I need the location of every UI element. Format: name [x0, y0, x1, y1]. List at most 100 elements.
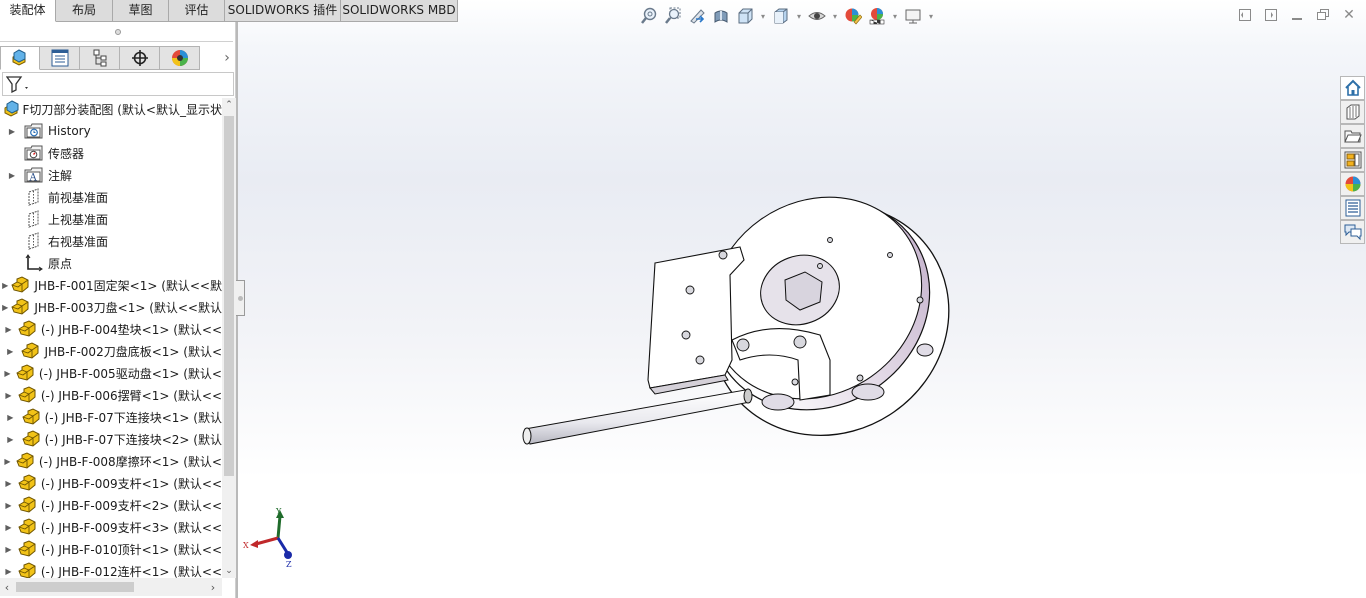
more-tabs-chevron-icon[interactable]: ›: [219, 46, 235, 70]
tree-item[interactable]: ▶ JHB-F-002刀盘底板<1> (默认<: [0, 340, 222, 362]
zoom-to-fit-icon[interactable]: [638, 5, 660, 27]
tree-item[interactable]: ▶ (-) JHB-F-009支杆<1> (默认<<: [0, 472, 222, 494]
hscroll-thumb[interactable]: [16, 582, 134, 592]
configurationmanager-tab[interactable]: [80, 46, 120, 70]
expand-arrow-icon[interactable]: ▶: [0, 347, 20, 356]
tree-item[interactable]: ▶ JHB-F-001固定架<1> (默认<<默: [0, 274, 222, 296]
tree-horizontal-scrollbar[interactable]: ‹ ›: [0, 578, 222, 596]
tree-item[interactable]: ▶ History: [0, 120, 222, 142]
tree-item[interactable]: ▶ (-) JHB-F-012连杆<1> (默认<<: [0, 560, 222, 578]
tree-vertical-scrollbar[interactable]: ⌃ ⌄: [222, 98, 236, 578]
part-icon: [17, 518, 37, 536]
apply-scene-icon[interactable]: [866, 5, 888, 27]
panel-collapse-handle[interactable]: [236, 280, 245, 316]
tree-item-label: (-) JHB-F-07下连接块<2> (默认: [44, 432, 222, 447]
tab-solidworks-addins[interactable]: SOLIDWORKS 插件: [225, 0, 341, 22]
filter-icon[interactable]: [6, 75, 30, 93]
document-window-controls: ✕: [1236, 6, 1358, 24]
tree-item[interactable]: ▶ JHB-F-003刀盘<1> (默认<<默认: [0, 296, 222, 318]
expand-arrow-icon[interactable]: ▶: [0, 479, 17, 488]
tree-root-assembly[interactable]: F切刀部分装配图 (默认<默认_显示状: [0, 98, 222, 120]
tree-item[interactable]: ▶ (-) JHB-F-07下连接块<1> (默认: [0, 406, 222, 428]
expand-arrow-icon[interactable]: ▶: [0, 413, 21, 422]
scroll-right-arrow-icon[interactable]: ›: [206, 578, 220, 596]
restore-button[interactable]: [1314, 6, 1332, 24]
tree-filter-bar[interactable]: [2, 72, 234, 96]
view-settings-dropdown[interactable]: ▾: [926, 5, 936, 27]
tab-layout[interactable]: 布局: [56, 0, 113, 22]
expand-arrow-icon[interactable]: ▶: [0, 545, 17, 554]
minimize-button[interactable]: [1288, 6, 1306, 24]
tree-item-label: (-) JHB-F-009支杆<3> (默认<<: [40, 520, 222, 535]
apply-scene-dropdown[interactable]: ▾: [890, 5, 900, 27]
section-view-icon[interactable]: [710, 5, 732, 27]
tree-item[interactable]: ▶ (-) JHB-F-010顶针<1> (默认<<: [0, 538, 222, 560]
expand-arrow-icon[interactable]: ▶: [0, 171, 24, 180]
forum-tab[interactable]: [1340, 220, 1365, 244]
propertymanager-tab[interactable]: [40, 46, 80, 70]
tree-item[interactable]: ▶ (-) JHB-F-004垫块<1> (默认<<: [0, 318, 222, 340]
expand-arrow-icon[interactable]: ▶: [0, 523, 17, 532]
file-explorer-tab[interactable]: [1340, 124, 1365, 148]
scroll-thumb[interactable]: [224, 116, 234, 476]
featuremanager-tabs: [0, 46, 200, 70]
tile-right-button[interactable]: [1262, 6, 1280, 24]
appearances-scenes-tab[interactable]: [1340, 172, 1365, 196]
view-palette-tab[interactable]: [1340, 148, 1365, 172]
tab-sketch[interactable]: 草图: [113, 0, 169, 22]
tree-item[interactable]: 传感器: [0, 142, 222, 164]
expand-arrow-icon[interactable]: ▶: [0, 435, 21, 444]
display-style-dropdown[interactable]: ▾: [794, 5, 804, 27]
featuremanager-tab[interactable]: [0, 46, 40, 70]
expand-arrow-icon[interactable]: ▶: [0, 127, 24, 136]
tree-item[interactable]: 右视基准面: [0, 230, 222, 252]
view-settings-icon[interactable]: [902, 5, 924, 27]
tree-item[interactable]: ▶ (-) JHB-F-008摩擦环<1> (默认<: [0, 450, 222, 472]
tab-evaluate[interactable]: 评估: [169, 0, 225, 22]
view-orientation-icon[interactable]: [734, 5, 756, 27]
tile-left-button[interactable]: [1236, 6, 1254, 24]
panel-splitter-grip[interactable]: [0, 22, 236, 42]
dimxpertmanager-tab[interactable]: [120, 46, 160, 70]
scroll-up-arrow-icon[interactable]: ⌃: [222, 98, 236, 112]
expand-arrow-icon[interactable]: ▶: [0, 303, 10, 312]
tab-assembly[interactable]: 装配体: [0, 0, 56, 22]
tree-item[interactable]: ▶ (-) JHB-F-005驱动盘<1> (默认<: [0, 362, 222, 384]
tree-item[interactable]: ▶ A 注解: [0, 164, 222, 186]
expand-arrow-icon[interactable]: ▶: [0, 567, 17, 576]
tree-item[interactable]: ▶ (-) JHB-F-009支杆<2> (默认<<: [0, 494, 222, 516]
hide-show-items-icon[interactable]: [806, 5, 828, 27]
tree-item[interactable]: 前视基准面: [0, 186, 222, 208]
design-library-tab[interactable]: [1340, 100, 1365, 124]
tree-item[interactable]: 上视基准面: [0, 208, 222, 230]
zoom-to-area-icon[interactable]: [662, 5, 684, 27]
previous-view-icon[interactable]: [686, 5, 708, 27]
crosshair-icon: [131, 50, 148, 66]
displaymanager-tab[interactable]: [160, 46, 200, 70]
solidworks-resources-tab[interactable]: [1340, 76, 1365, 100]
graphics-area[interactable]: ▾ ▾ ▾ ▾ ▾ ✕ Y X Z: [238, 0, 1366, 598]
expand-arrow-icon[interactable]: ▶: [0, 391, 17, 400]
tree-item[interactable]: ▶ (-) JHB-F-006摆臂<1> (默认<<: [0, 384, 222, 406]
tree-item[interactable]: 原点: [0, 252, 222, 274]
scroll-down-arrow-icon[interactable]: ⌄: [222, 564, 236, 578]
custom-properties-tab[interactable]: [1340, 196, 1365, 220]
edit-appearance-icon[interactable]: [842, 5, 864, 27]
expand-arrow-icon[interactable]: ▶: [0, 325, 17, 334]
view-orientation-dropdown[interactable]: ▾: [758, 5, 768, 27]
close-button[interactable]: ✕: [1340, 6, 1358, 24]
expand-arrow-icon[interactable]: ▶: [0, 281, 10, 290]
display-style-icon[interactable]: [770, 5, 792, 27]
expand-arrow-icon[interactable]: ▶: [0, 457, 15, 466]
heads-up-view-toolbar: ▾ ▾ ▾ ▾ ▾: [638, 4, 936, 28]
expand-arrow-icon[interactable]: ▶: [0, 501, 17, 510]
expand-arrow-icon[interactable]: ▶: [0, 369, 15, 378]
tab-solidworks-mbd[interactable]: SOLIDWORKS MBD: [341, 0, 458, 22]
assembly-model[interactable]: [500, 180, 980, 470]
tree-item[interactable]: ▶ (-) JHB-F-07下连接块<2> (默认: [0, 428, 222, 450]
assembly-icon: [12, 49, 26, 66]
tree-item-label: JHB-F-002刀盘底板<1> (默认<: [44, 344, 222, 359]
scroll-left-arrow-icon[interactable]: ‹: [0, 578, 14, 596]
hide-show-items-dropdown[interactable]: ▾: [830, 5, 840, 27]
tree-item[interactable]: ▶ (-) JHB-F-009支杆<3> (默认<<: [0, 516, 222, 538]
